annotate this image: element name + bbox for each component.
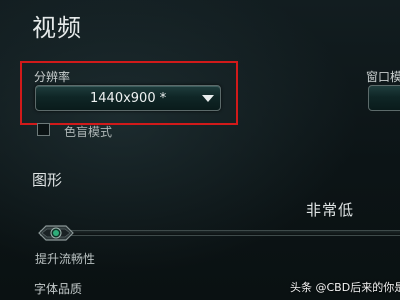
graphics-slider-track[interactable] <box>40 230 400 236</box>
graphics-slider-thumb[interactable] <box>37 223 75 243</box>
graphics-quality-value: 非常低 <box>306 201 355 219</box>
colorblind-checkbox[interactable] <box>37 123 50 136</box>
watermark-text: 头条 @CBD后来的你是 <box>290 281 400 294</box>
colorblind-label: 色盲模式 <box>64 125 113 139</box>
window-mode-dropdown[interactable] <box>368 85 400 111</box>
slider-caption: 提升流畅性 <box>35 252 96 266</box>
chevron-down-icon <box>202 95 214 102</box>
window-mode-label: 窗口模 <box>366 70 400 84</box>
resolution-value: 1440x900 * <box>90 91 167 106</box>
texture-quality-label: 字体品质 <box>34 282 83 296</box>
page-title: 视频 <box>32 14 82 42</box>
graphics-section-title: 图形 <box>32 171 63 189</box>
resolution-dropdown[interactable]: 1440x900 * <box>35 85 221 111</box>
